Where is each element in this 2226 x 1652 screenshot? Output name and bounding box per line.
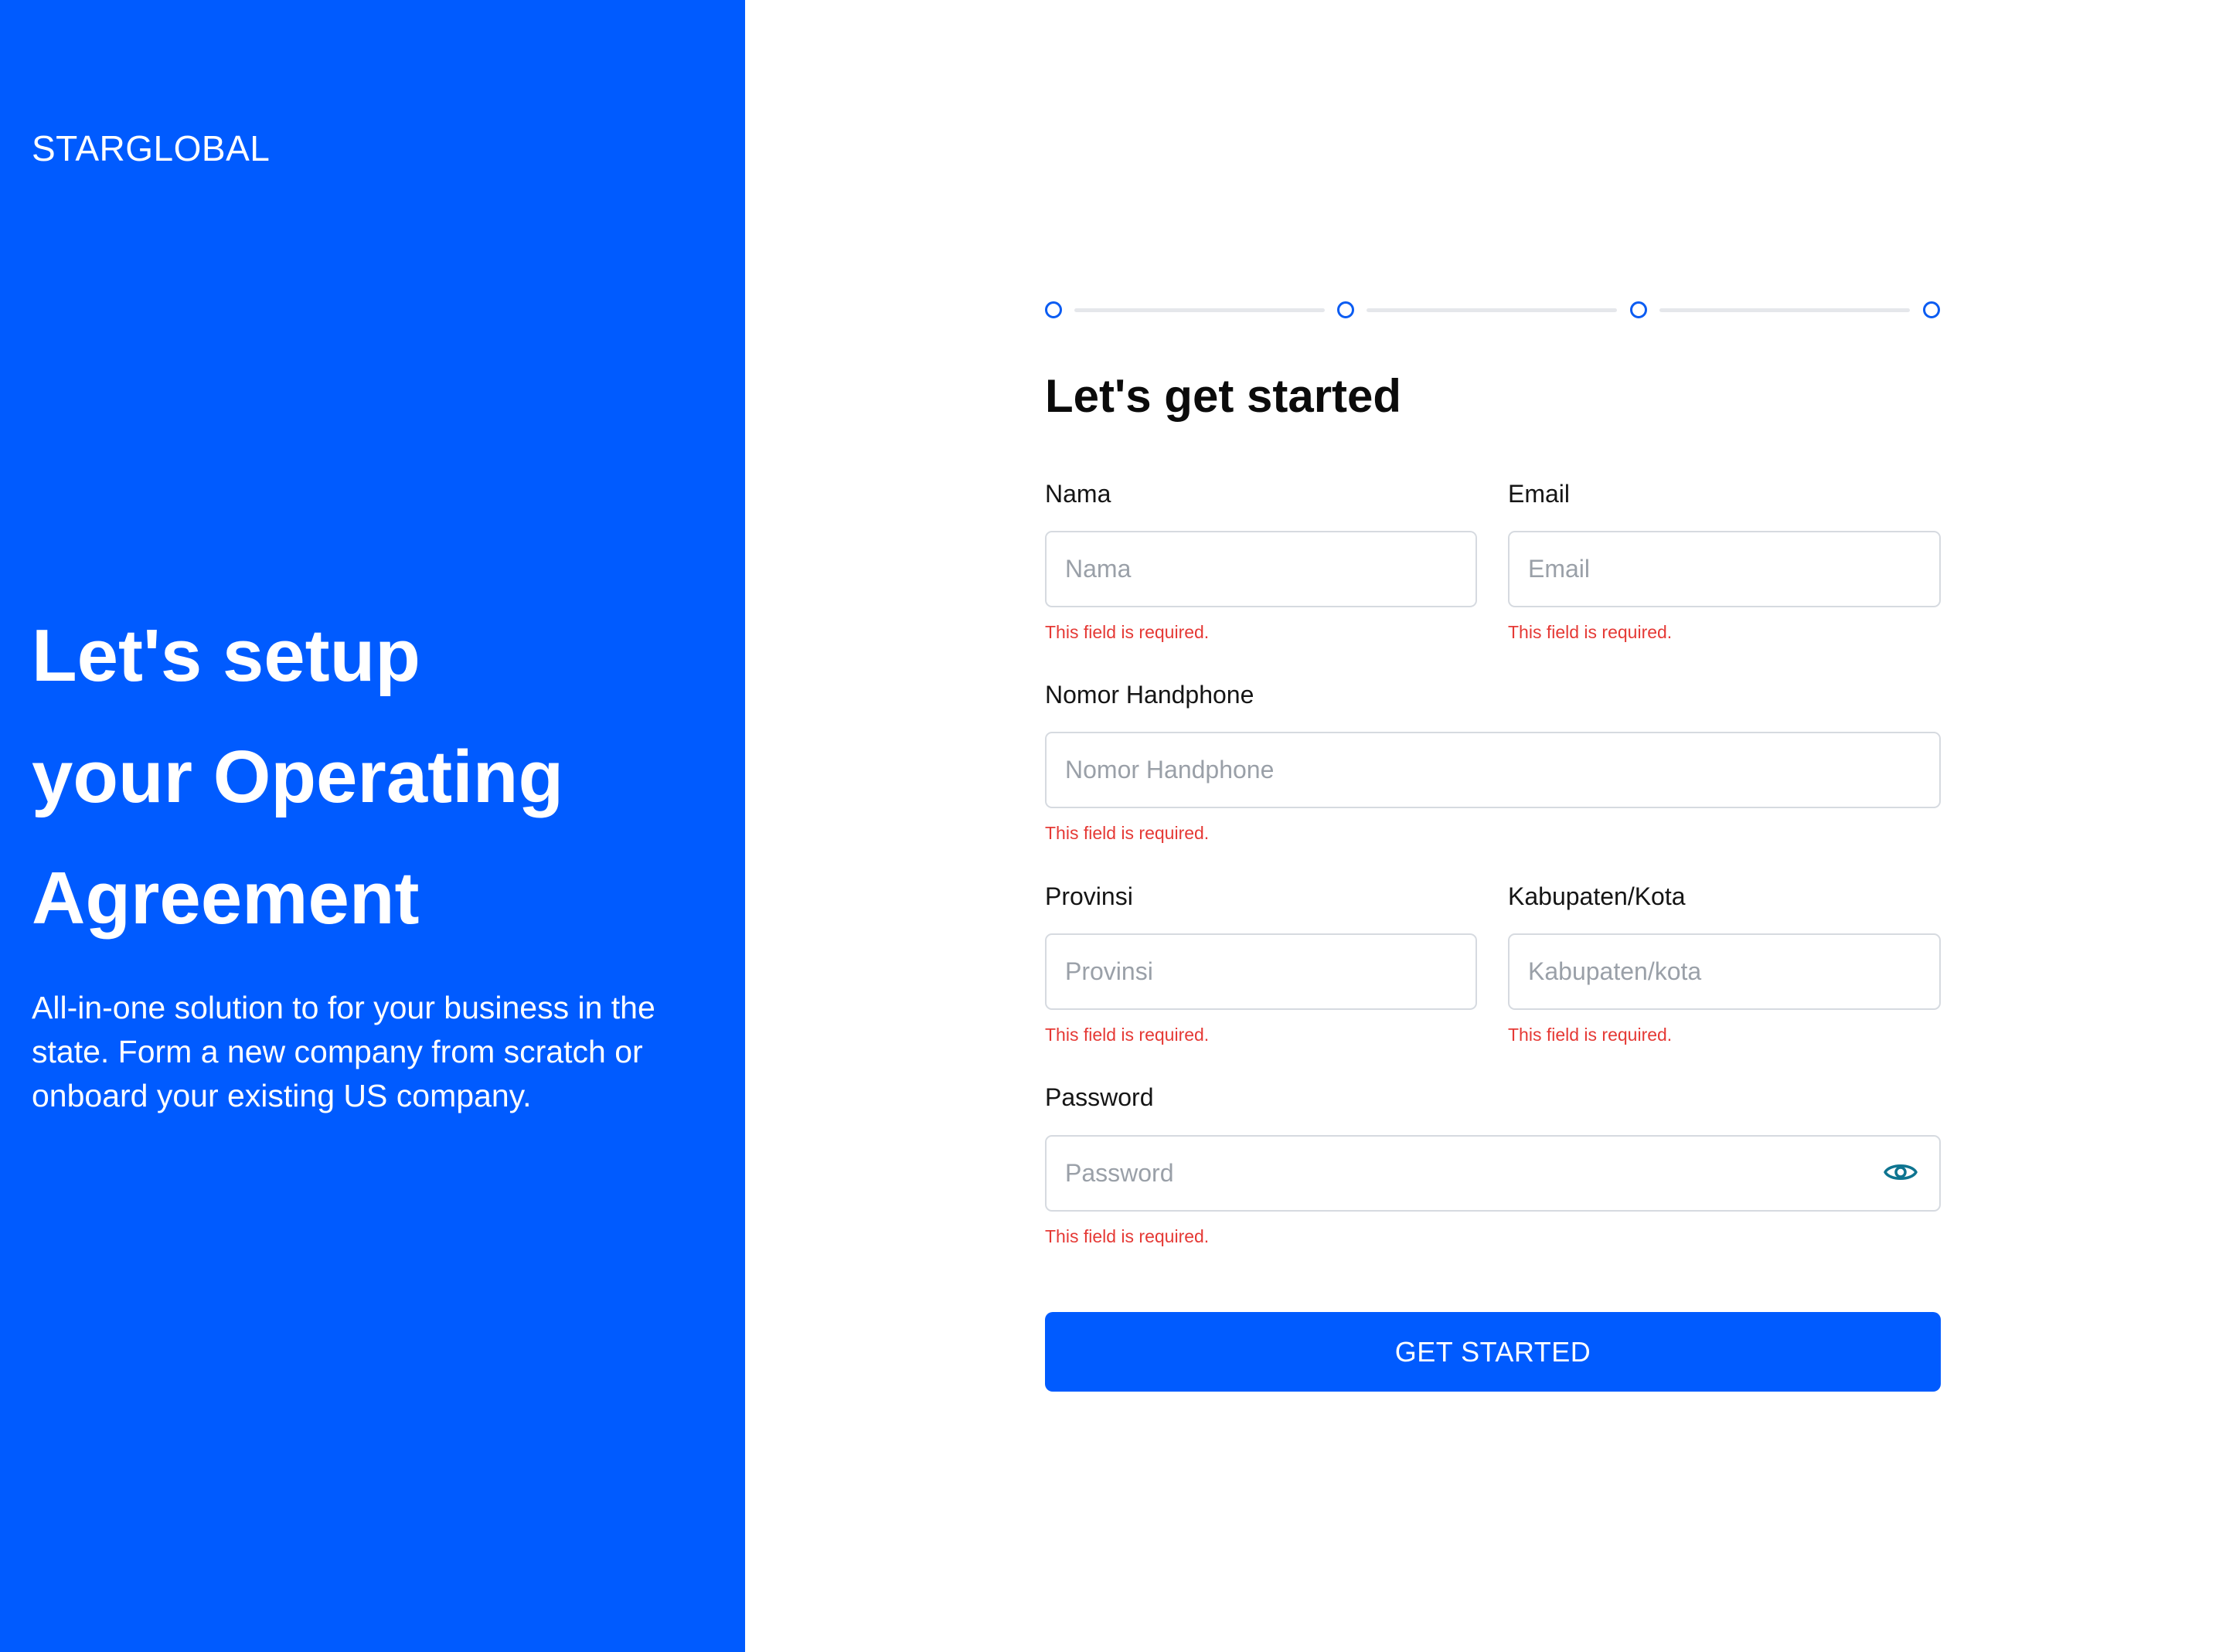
step-2-dot (1337, 301, 1354, 318)
hero-title-line-3: Agreement (32, 857, 420, 940)
nama-label: Nama (1045, 480, 1111, 508)
brand-logo-text: STARGLOBAL (32, 128, 271, 168)
brand-panel: STARGLOBAL Let's setup your Operating Ag… (0, 0, 745, 1652)
email-input[interactable] (1508, 531, 1941, 607)
nama-error: This field is required. (1045, 622, 1210, 642)
hero-title-line-1: Let's setup (32, 614, 420, 697)
email-error: This field is required. (1508, 622, 1673, 642)
email-label: Email (1508, 480, 1571, 508)
kabupaten-label: Kabupaten/Kota (1508, 882, 1686, 910)
eye-icon-svg (1884, 1164, 1918, 1180)
hero-title-line-2: your Operating (32, 736, 564, 818)
phone-label: Nomor Handphone (1045, 681, 1254, 709)
kabupaten-error: This field is required. (1508, 1025, 1673, 1045)
form-title: Let's get started (1045, 370, 1402, 422)
step-connector-1 (1074, 308, 1325, 312)
hero-description: All-in-one solution to for your business… (32, 990, 655, 1113)
nama-input[interactable] (1045, 531, 1477, 607)
step-1-dot (1045, 301, 1062, 318)
get-started-button[interactable]: GET STARTED (1045, 1312, 1941, 1392)
step-3-dot (1630, 301, 1647, 318)
provinsi-input[interactable] (1045, 933, 1477, 1010)
phone-input[interactable] (1045, 732, 1941, 808)
kabupaten-input[interactable] (1508, 933, 1941, 1010)
provinsi-error: This field is required. (1045, 1025, 1210, 1045)
eye-icon[interactable] (1883, 1154, 1918, 1190)
password-label: Password (1045, 1083, 1154, 1111)
progress-stepper (1045, 298, 1942, 320)
password-input[interactable] (1045, 1135, 1941, 1212)
provinsi-label: Provinsi (1045, 882, 1133, 910)
phone-error: This field is required. (1045, 823, 1210, 843)
step-connector-3 (1659, 308, 1910, 312)
step-connector-2 (1367, 308, 1617, 312)
hero-title: Let's setup your Operating Agreement (32, 595, 712, 959)
step-4-dot (1923, 301, 1940, 318)
password-error: This field is required. (1045, 1226, 1210, 1246)
